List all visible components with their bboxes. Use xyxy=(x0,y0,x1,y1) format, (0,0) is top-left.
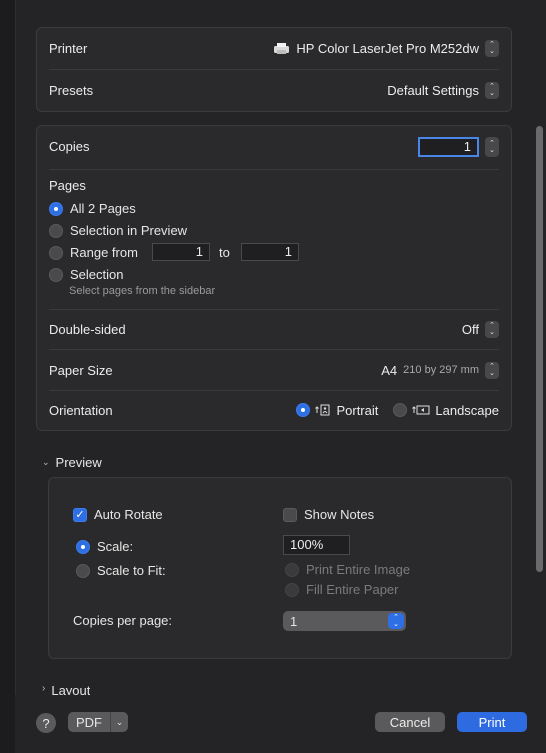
double-sided-row[interactable]: Double-sided Off ⌃ ⌄ xyxy=(37,309,511,349)
fill-entire-paper-radio[interactable] xyxy=(285,582,299,597)
preview-header: Preview xyxy=(55,455,102,470)
pdf-button[interactable]: PDF ⌄ xyxy=(68,712,128,732)
pages-label: Pages xyxy=(49,178,86,193)
paper-size-dims: 210 by 297 mm xyxy=(403,364,479,376)
layout-header: Layout xyxy=(51,683,91,695)
orientation-row: Orientation Portrait Landscape xyxy=(37,390,511,430)
presets-popup-chevron-icon[interactable]: ⌃ ⌄ xyxy=(485,81,499,99)
print-entire-image-label: Print Entire Image xyxy=(306,562,411,577)
range-option[interactable]: Range from xyxy=(49,245,138,260)
auto-rotate-label: Auto Rotate xyxy=(94,507,163,522)
range-end-input[interactable]: 1 xyxy=(241,243,299,261)
printer-group: Printer HP Color LaserJet Pro M252dw ⌃ ⌄ … xyxy=(36,27,512,112)
copies-per-page-value: 1 xyxy=(290,613,298,629)
scale-to-fit-label: Scale to Fit: xyxy=(97,563,166,578)
cancel-button[interactable]: Cancel xyxy=(375,712,445,732)
pdf-label: PDF xyxy=(76,714,102,730)
scale-option[interactable]: Scale: xyxy=(76,539,133,554)
pdf-menu-chevron-icon[interactable]: ⌄ xyxy=(110,712,128,732)
selection-option[interactable]: Selection xyxy=(49,267,123,282)
copies-per-page-select[interactable]: 1 ⌃ ⌄ xyxy=(283,611,406,631)
presets-label: Presets xyxy=(49,82,94,98)
auto-rotate-option[interactable]: ✓ Auto Rotate xyxy=(73,507,163,522)
printer-icon xyxy=(273,42,290,55)
copies-label: Copies xyxy=(49,138,90,154)
paper-size-chevron-icon[interactable]: ⌃ ⌄ xyxy=(485,361,499,379)
print-entire-image-option[interactable]: Print Entire Image xyxy=(285,562,410,577)
paper-size-value: A4 xyxy=(381,362,398,378)
range-radio[interactable] xyxy=(49,245,63,260)
double-sided-label: Double-sided xyxy=(49,321,126,337)
help-button[interactable]: ? xyxy=(36,713,56,733)
range-from-label: Range from xyxy=(70,245,138,260)
selection-label: Selection xyxy=(70,267,124,282)
chevron-down-icon: ⌄ xyxy=(42,457,50,467)
select-chevron-icon: ⌃ ⌄ xyxy=(388,613,404,629)
printer-popup-chevron-icon[interactable]: ⌃ ⌄ xyxy=(485,39,499,57)
scrollbar-track[interactable] xyxy=(533,120,545,690)
selection-radio[interactable] xyxy=(49,267,63,282)
double-sided-value: Off xyxy=(461,321,479,337)
preview-group: ✓ Auto Rotate Show Notes Scale: 100% Sca… xyxy=(48,477,512,659)
selection-in-preview-radio[interactable] xyxy=(49,223,63,238)
printer-label: Printer xyxy=(49,40,88,56)
scale-input[interactable]: 100% xyxy=(283,535,350,555)
range-start-input[interactable]: 1 xyxy=(152,243,210,261)
presets-value: Default Settings xyxy=(387,82,479,98)
preview-disclosure[interactable]: ⌄ Preview xyxy=(42,455,102,470)
range-to-label: to xyxy=(219,245,230,260)
portrait-label: Portrait xyxy=(336,402,379,418)
portrait-icon xyxy=(315,404,331,416)
scale-radio[interactable] xyxy=(76,539,90,554)
fill-entire-paper-option[interactable]: Fill Entire Paper xyxy=(285,582,398,597)
landscape-label: Landscape xyxy=(435,402,499,418)
copies-per-page-label: Copies per page: xyxy=(73,613,173,628)
orientation-label: Orientation xyxy=(49,402,113,418)
all-pages-option[interactable]: All 2 Pages xyxy=(49,201,136,216)
copies-stepper-icon[interactable]: ⌃ ⌄ xyxy=(485,137,499,157)
scrollbar-thumb[interactable] xyxy=(536,126,543,572)
show-notes-option[interactable]: Show Notes xyxy=(283,507,374,522)
landscape-icon xyxy=(412,404,430,416)
selection-in-preview-option[interactable]: Selection in Preview xyxy=(49,223,187,238)
printer-row[interactable]: Printer HP Color LaserJet Pro M252dw ⌃ ⌄ xyxy=(37,28,511,68)
scale-to-fit-radio[interactable] xyxy=(76,563,90,578)
print-entire-image-radio[interactable] xyxy=(285,562,299,577)
chevron-right-icon: › xyxy=(42,683,46,694)
landscape-radio[interactable] xyxy=(393,403,408,417)
scale-to-fit-option[interactable]: Scale to Fit: xyxy=(76,563,166,578)
presets-row[interactable]: Presets Default Settings ⌃ ⌄ xyxy=(37,70,511,110)
portrait-radio[interactable] xyxy=(296,403,311,417)
show-notes-checkbox[interactable] xyxy=(283,507,297,522)
paper-size-row[interactable]: Paper Size A4 210 by 297 mm ⌃ ⌄ xyxy=(37,350,511,390)
show-notes-label: Show Notes xyxy=(304,507,375,522)
copies-input[interactable]: 1 xyxy=(418,137,479,157)
fill-entire-paper-label: Fill Entire Paper xyxy=(306,582,399,597)
print-button[interactable]: Print xyxy=(457,712,527,732)
paper-size-label: Paper Size xyxy=(49,362,113,378)
settings-group: Copies 1 ⌃ ⌄ Pages All 2 Pages Selection … xyxy=(36,125,512,431)
auto-rotate-checkbox[interactable]: ✓ xyxy=(73,507,87,522)
layout-disclosure[interactable]: › Layout xyxy=(42,683,90,695)
selection-hint: Select pages from the sidebar xyxy=(69,285,216,297)
all-pages-label: All 2 Pages xyxy=(70,201,136,216)
all-pages-radio[interactable] xyxy=(49,201,63,216)
printer-value: HP Color LaserJet Pro M252dw xyxy=(296,40,479,56)
double-sided-chevron-icon[interactable]: ⌃ ⌄ xyxy=(485,320,499,338)
selection-in-preview-label: Selection in Preview xyxy=(70,223,188,238)
scale-label: Scale: xyxy=(97,539,134,554)
